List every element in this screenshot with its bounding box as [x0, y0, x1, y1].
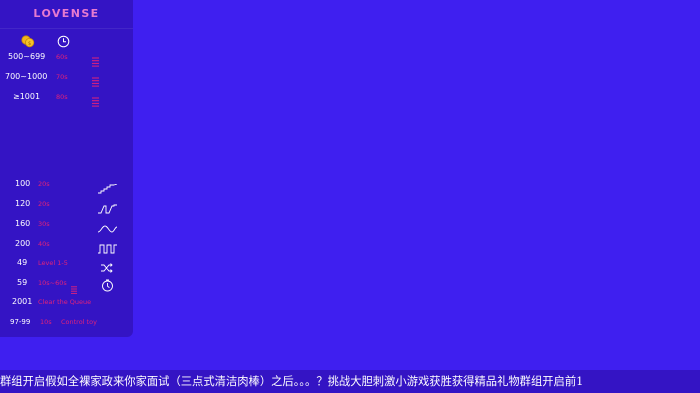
list-icon [92, 72, 99, 91]
shuffle-icon [101, 258, 113, 277]
tier-range: 500~699 [8, 52, 46, 61]
tier-range: 700~1000 [5, 72, 48, 81]
list-icon [71, 279, 77, 298]
random-timer-icon [101, 277, 114, 296]
tip-menu-panel: LOVENSE $ 500~699 60s 700~1000 70s ≥1001… [0, 0, 133, 337]
clock-icon [57, 33, 70, 52]
special-tokens: 100 [15, 179, 31, 188]
special-action: 20s [38, 180, 50, 188]
special-row: 2001 Clear the Queue [0, 297, 133, 311]
special-row: 97-99 10s Control toy [0, 317, 133, 331]
special-row: 160 30s [0, 219, 133, 233]
wave-pattern-icon [98, 179, 118, 198]
special-tokens: 2001 [12, 297, 33, 306]
special-tokens: 160 [15, 219, 31, 228]
sine-pattern-icon [97, 219, 118, 238]
special-extra: Control toy [61, 318, 97, 326]
special-row: 120 20s [0, 199, 133, 214]
list-icon [92, 52, 99, 71]
marquee-text: 群组开启假如全裸家政来你家面试（三点式清洁肉棒）之后。。。？挑战大胆刺激小游戏获… [0, 375, 584, 388]
special-action: 10s~60s [38, 279, 67, 287]
special-row: 100 20s [0, 179, 133, 194]
special-tokens: 200 [15, 239, 31, 248]
tier-duration: 70s [56, 73, 68, 81]
special-row: 59 10s~60s [0, 278, 133, 294]
svg-text:$: $ [28, 41, 31, 47]
special-action: 40s [38, 240, 50, 248]
tier-row: 700~1000 70s [0, 72, 133, 87]
special-action: Clear the Queue [38, 298, 92, 306]
special-tokens: 97-99 [10, 318, 31, 326]
lovense-logo: LOVENSE [33, 7, 100, 20]
divider [0, 28, 133, 29]
special-tokens: 49 [17, 258, 28, 267]
tier-duration: 80s [56, 93, 68, 101]
tier-range: ≥1001 [13, 92, 41, 101]
special-row: 49 Level 1-5 [0, 258, 133, 273]
special-action: 10s [40, 318, 52, 326]
special-action: Level 1-5 [38, 259, 68, 267]
special-tokens: 120 [15, 199, 31, 208]
special-action: 20s [38, 200, 50, 208]
tier-row: 500~699 60s [0, 52, 133, 67]
square-pattern-icon [98, 239, 118, 258]
coins-icon: $ [21, 33, 35, 52]
list-icon [92, 92, 99, 111]
special-row: 200 40s [0, 239, 133, 254]
pulse-pattern-icon [98, 199, 118, 218]
tier-row: ≥1001 80s [0, 92, 133, 107]
special-action: 30s [38, 220, 50, 228]
tier-duration: 60s [56, 53, 68, 61]
special-tokens: 59 [17, 278, 28, 287]
